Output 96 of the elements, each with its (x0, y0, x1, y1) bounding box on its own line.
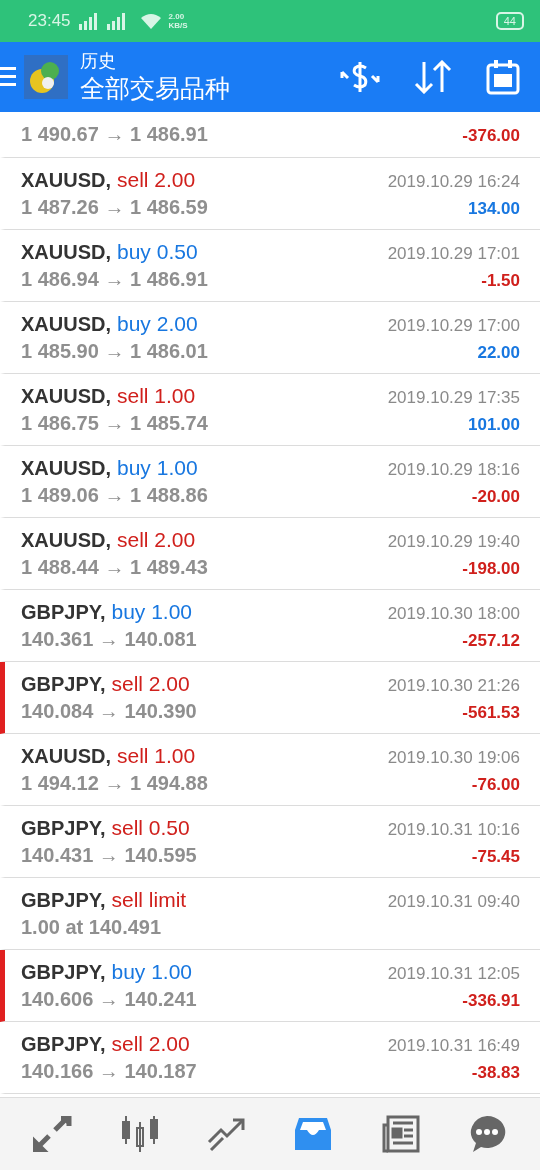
price-range: 1 494.12 → 1 494.88 (21, 772, 208, 795)
trade-time: 2019.10.29 17:00 (387, 316, 520, 336)
profit-value: -20.00 (471, 487, 520, 507)
profit-value: -561.53 (462, 703, 520, 723)
price-range: 1 485.90 → 1 486.01 (21, 340, 208, 363)
dollar-exchange-icon[interactable] (340, 60, 380, 94)
symbol-name: XAUUSD, (21, 457, 111, 480)
price-range: 140.361 → 140.081 (21, 628, 197, 651)
trade-time: 2019.10.30 21:26 (387, 676, 520, 696)
profit-value: 134.00 (468, 199, 520, 219)
symbol-name: XAUUSD, (21, 313, 111, 336)
trade-row[interactable]: GBPJPY, sell limit 2019.10.31 09:40 1.00 at 140.491 (0, 878, 540, 950)
trade-action: sell 2.00 (111, 672, 190, 696)
speed-unit: KB/S (168, 21, 188, 30)
wifi-icon (140, 13, 161, 29)
calendar-icon[interactable] (486, 59, 520, 95)
trade-time: 2019.10.31 12:05 (387, 964, 520, 984)
price-range: 140.166 → 140.187 (21, 1060, 197, 1083)
trade-time: 2019.10.29 16:24 (387, 172, 520, 192)
trade-row[interactable]: GBPJPY, sell 2.00 2019.10.31 16:49 140.166 → 140.187 -38.83 (0, 1022, 540, 1094)
trade-row[interactable]: XAUUSD, sell 1.00 2019.10.29 17:35 1 486.75 → 1 485.74 101.00 (0, 374, 540, 446)
trade-row[interactable]: XAUUSD, buy 0.50 2019.10.29 17:01 1 486.94 → 1 486.91 -1.50 (0, 230, 540, 302)
inbox-icon (293, 1116, 334, 1152)
symbol-name: XAUUSD, (21, 241, 111, 264)
trade-action: buy 1.00 (111, 600, 193, 624)
price-range: 1 486.94 → 1 486.91 (21, 268, 208, 291)
trade-row[interactable]: GBPJPY, sell 0.50 2019.10.31 10:16 140.431 → 140.595 -75.45 (0, 806, 540, 878)
profit-value: -336.91 (462, 991, 520, 1011)
price-range: 1 487.26 → 1 486.59 (21, 196, 208, 219)
trade-time: 2019.10.29 17:01 (387, 244, 520, 264)
trade-time: 2019.10.30 19:06 (387, 748, 520, 768)
trade-row[interactable]: GBPJPY, buy 1.00 2019.10.31 12:05 140.606 → 140.241 -336.91 (0, 950, 540, 1022)
profit-value: -1.50 (481, 271, 520, 291)
symbol-name: XAUUSD, (21, 169, 111, 192)
trade-time: 2019.10.31 10:16 (387, 820, 520, 840)
price-range: 140.084 → 140.390 (21, 700, 197, 723)
diagonal-arrows-icon (33, 1116, 74, 1152)
trend-arrow-icon (206, 1116, 247, 1152)
symbol-name: GBPJPY, (21, 1033, 106, 1056)
trade-time: 2019.10.29 19:40 (387, 532, 520, 552)
trade-time: 2019.10.31 16:49 (387, 1036, 520, 1056)
trade-action: sell limit (111, 888, 187, 912)
screen-title: 历史 (80, 50, 117, 72)
profit-value: -76.00 (471, 775, 520, 795)
trade-row[interactable]: XAUUSD, sell 1.00 2019.10.30 19:06 1 494.12 → 1 494.88 -76.00 (0, 734, 540, 806)
trade-action: sell 1.00 (117, 744, 196, 768)
symbol-name: GBPJPY, (21, 961, 106, 984)
trade-action: sell 2.00 (117, 528, 196, 552)
price-range: 1 490.67 → 1 486.91 (21, 123, 208, 146)
symbol-name: GBPJPY, (21, 889, 106, 912)
symbol-name: GBPJPY, (21, 673, 106, 696)
profit-value: -38.83 (471, 1063, 520, 1083)
trade-action: buy 1.00 (117, 456, 198, 480)
profit-value: -75.45 (471, 847, 520, 867)
symbol-name: XAUUSD, (21, 529, 111, 552)
trade-row[interactable]: XAUUSD, sell 2.00 2019.10.29 16:24 1 487.26 → 1 486.59 134.00 (0, 158, 540, 230)
candlestick-icon (120, 1114, 160, 1154)
network-speed: 2.00 (168, 12, 186, 21)
price-range: 1.00 at 140.491 (21, 916, 162, 939)
price-range: 1 489.06 → 1 488.86 (21, 484, 208, 507)
profit-value: 22.00 (477, 343, 520, 363)
trade-row[interactable]: GBPJPY, sell 2.00 2019.10.30 21:26 140.084 → 140.390 -561.53 (0, 662, 540, 734)
trade-action: sell 2.00 (111, 1032, 190, 1056)
symbol-name: XAUUSD, (21, 745, 111, 768)
profit-value: -257.12 (462, 631, 520, 651)
sort-arrows-icon[interactable] (414, 60, 452, 94)
price-range: 1 488.44 → 1 489.43 (21, 556, 208, 579)
symbol-name: XAUUSD, (21, 385, 111, 408)
price-range: 140.431 → 140.595 (21, 844, 197, 867)
clock-time: 23:45 (28, 11, 71, 31)
price-range: 140.606 → 140.241 (21, 988, 197, 1011)
battery-level: 44 (495, 12, 524, 30)
profit-value: 101.00 (468, 415, 520, 435)
app-logo-icon (24, 55, 68, 99)
trade-time: 2019.10.31 09:40 (387, 892, 520, 912)
menu-icon[interactable] (0, 66, 16, 88)
profit-value: -376.00 (462, 126, 520, 146)
trade-action: sell 2.00 (117, 168, 196, 192)
price-range: 1 486.75 → 1 485.74 (21, 412, 208, 435)
trade-action: buy 1.00 (111, 960, 193, 984)
trade-row[interactable]: XAUUSD, buy 2.00 2019.10.29 17:00 1 485.90 → 1 486.01 22.00 (0, 302, 540, 374)
symbol-name: GBPJPY, (21, 817, 106, 840)
trade-time: 2019.10.29 18:16 (387, 460, 520, 480)
trade-time: 2019.10.30 18:00 (387, 604, 520, 624)
trade-row[interactable]: XAUUSD, buy 1.00 2019.10.29 18:16 1 489.06 → 1 488.86 -20.00 (0, 446, 540, 518)
trade-row[interactable]: XAUUSD, sell 2.00 2019.10.29 19:40 1 488.44 → 1 489.43 -198.00 (0, 518, 540, 590)
profit-value: -198.00 (462, 559, 520, 579)
trade-row[interactable]: GBPJPY, buy 1.00 2019.10.30 18:00 140.361 → 140.081 -257.12 (0, 590, 540, 662)
trade-time: 2019.10.29 17:35 (387, 388, 520, 408)
trade-action: sell 0.50 (111, 816, 190, 840)
trade-action: buy 0.50 (117, 240, 198, 264)
trade-row[interactable]: 1 490.67 → 1 486.91 -376.00 (0, 112, 540, 158)
symbol-name: GBPJPY, (21, 601, 106, 624)
trade-action: buy 2.00 (117, 312, 198, 336)
symbol-filter[interactable]: 全部交易品种 (80, 72, 230, 104)
trade-action: sell 1.00 (117, 384, 196, 408)
